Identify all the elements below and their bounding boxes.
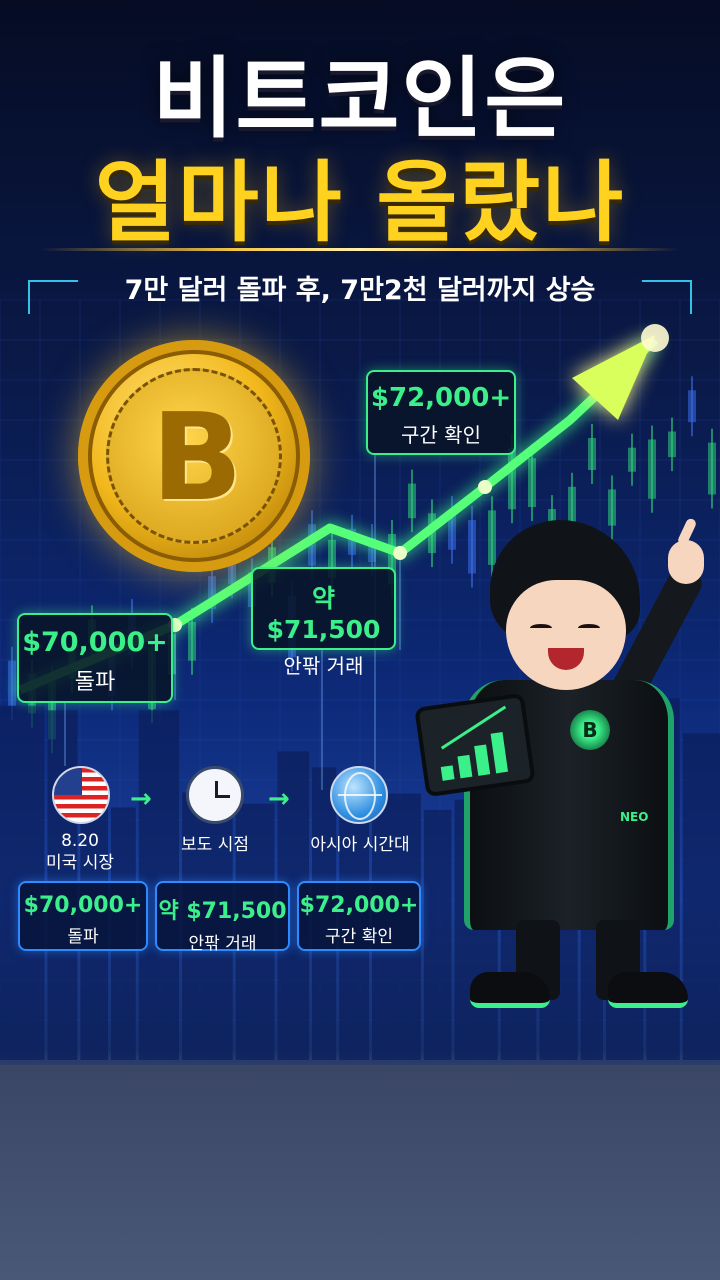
price-callout-71500: 약 $71,500 안팎 거래 [251,567,396,678]
us-flag-icon [52,766,110,824]
eye-icon [530,624,552,632]
candle-body [508,447,516,510]
sneaker-icon [608,972,688,1008]
callout-label: 돌파 [74,670,116,695]
globe-icon [330,766,388,824]
candle-body [708,442,716,495]
callout-label: 안팎 거래 [283,654,364,678]
callout-value: $72,000+ [370,383,512,413]
candle-body [648,439,656,499]
timeline-card-1: $70,000+ 돌파 [18,881,148,951]
candle-body [568,486,576,525]
candle-body [628,447,636,472]
timeline-label-report-time: 보도 시점 [181,835,249,855]
card-label: 구간 확인 [325,927,393,947]
trend-glow [641,324,669,352]
arrow-right-icon: → [130,784,152,814]
mascot-hand [668,540,704,584]
timeline-label-us-market: 8.20 미국 시장 [30,830,130,874]
callout-value: 약 $71,500 [266,584,381,644]
card-value: $72,000+ [299,893,419,918]
price-callout-72000: $72,000+ 구간 확인 [366,370,516,455]
card-value: 약 $71,500 [158,899,287,924]
mascot-character: B NEO [414,517,720,1040]
card-value: $70,000+ [23,893,143,918]
timeline-label-asia-hours: 아시아 시간대 [310,835,410,855]
coat-text: NEO [620,810,649,824]
callout-label: 구간 확인 [401,423,481,447]
sneaker-icon [470,972,550,1008]
coin-face: B [106,368,282,544]
eye-icon [578,624,600,632]
arrow-right-icon: → [268,784,290,814]
floor [0,1065,720,1280]
timeline-card-2: 약 $71,500 안팎 거래 [155,881,290,954]
title-divider [40,248,680,251]
infographic-canvas: 비트코인은 얼마나 올랐나 7만 달러 돌파 후, 7만2천 달러까지 상승 B… [0,0,720,1280]
timeline-card-3: $72,000+ 구간 확인 [297,881,421,951]
candle-body [688,390,696,423]
candle-body [668,431,676,458]
tablet-chart-icon [414,692,536,798]
candle-body [528,458,536,508]
candle-body [8,660,16,707]
clock-icon [186,766,244,824]
candle-body [188,621,196,661]
trend-point-3 [478,480,492,494]
trend-point-2 [393,546,407,560]
mouth-icon [548,648,584,670]
mascot-face [506,580,626,690]
bitcoin-symbol: B [151,389,243,528]
timeline-date: 8.20 [61,831,99,851]
subtitle: 7만 달러 돌파 후, 7만2천 달러까지 상승 [124,275,596,306]
candle-body [588,438,596,471]
ribbon-badge-icon: B [570,710,610,750]
timeline-label: 미국 시장 [46,853,114,873]
price-callout-70000: $70,000+ 돌파 [17,613,173,703]
card-label: 돌파 [67,927,99,947]
bitcoin-coin-icon: B [78,340,310,572]
card-label: 안팎 거래 [188,934,257,954]
callout-value: $70,000+ [22,627,168,658]
headline-line-2: 얼마나 올랐나 [94,151,626,254]
candle-body [408,483,416,519]
